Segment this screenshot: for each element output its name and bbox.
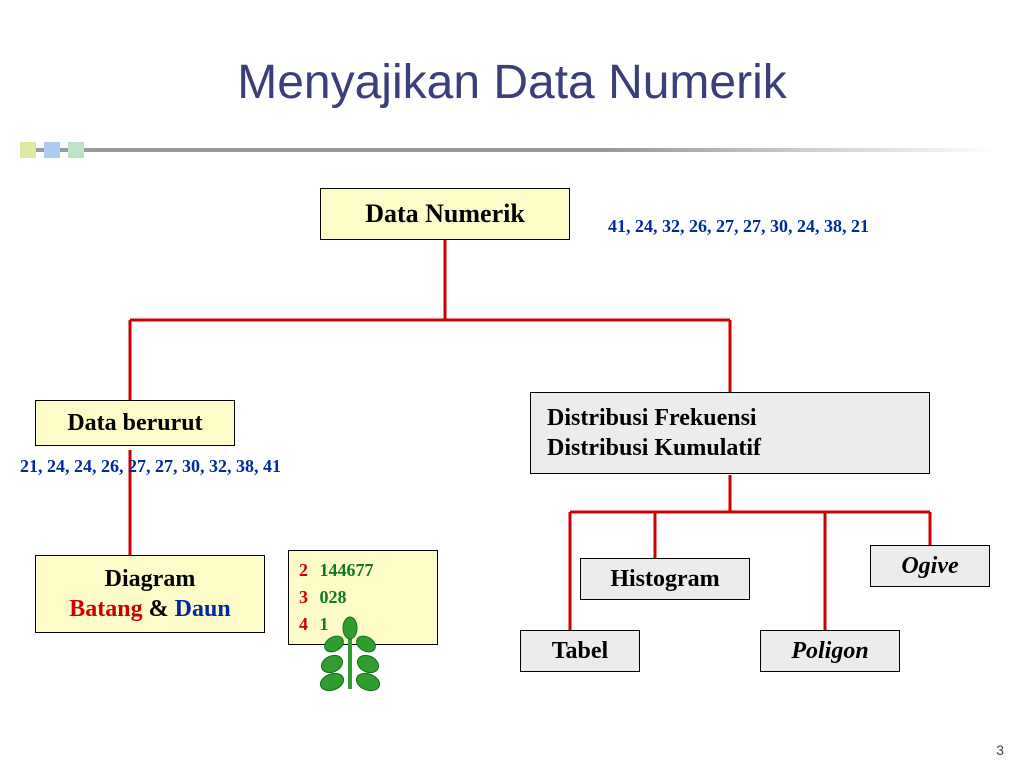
data-berurut-label: Data berurut: [67, 410, 202, 437]
sorted-data-values: 21, 24, 24, 26, 27, 27, 30, 32, 38, 41: [20, 456, 281, 477]
poligon-label: Poligon: [791, 638, 868, 665]
root-box-data-numerik: Data Numerik: [320, 188, 570, 240]
histogram-label: Histogram: [610, 566, 719, 593]
plant-icon: [310, 614, 390, 699]
title-accent-bar: [20, 148, 1000, 152]
box-distribusi: Distribusi Frekuensi Distribusi Kumulati…: [530, 392, 930, 474]
page-number: 3: [996, 742, 1004, 758]
box-data-berurut: Data berurut: [35, 400, 235, 446]
tabel-label: Tabel: [552, 638, 608, 665]
stemleaf-row-2: 3 028: [299, 584, 427, 611]
diagram-batang-daun-line1: Diagram: [105, 564, 196, 594]
box-tabel: Tabel: [520, 630, 640, 672]
box-poligon: Poligon: [760, 630, 900, 672]
diagram-batang-daun-line2: Batang & Daun: [69, 594, 230, 624]
daun-text: Daun: [175, 596, 231, 622]
distribusi-line1: Distribusi Frekuensi: [547, 403, 757, 433]
box-diagram-batang-daun: Diagram Batang & Daun: [35, 555, 265, 633]
stemleaf-row-1: 2 144677: [299, 557, 427, 584]
box-ogive: Ogive: [870, 545, 990, 587]
slide-title: Menyajikan Data Numerik: [0, 55, 1024, 110]
raw-data-values: 41, 24, 32, 26, 27, 27, 30, 24, 38, 21: [608, 216, 869, 237]
box-histogram: Histogram: [580, 558, 750, 600]
amp-text: &: [143, 596, 175, 622]
root-box-label: Data Numerik: [365, 199, 525, 229]
batang-text: Batang: [69, 596, 142, 622]
ogive-label: Ogive: [901, 553, 958, 580]
distribusi-line2: Distribusi Kumulatif: [547, 433, 761, 463]
